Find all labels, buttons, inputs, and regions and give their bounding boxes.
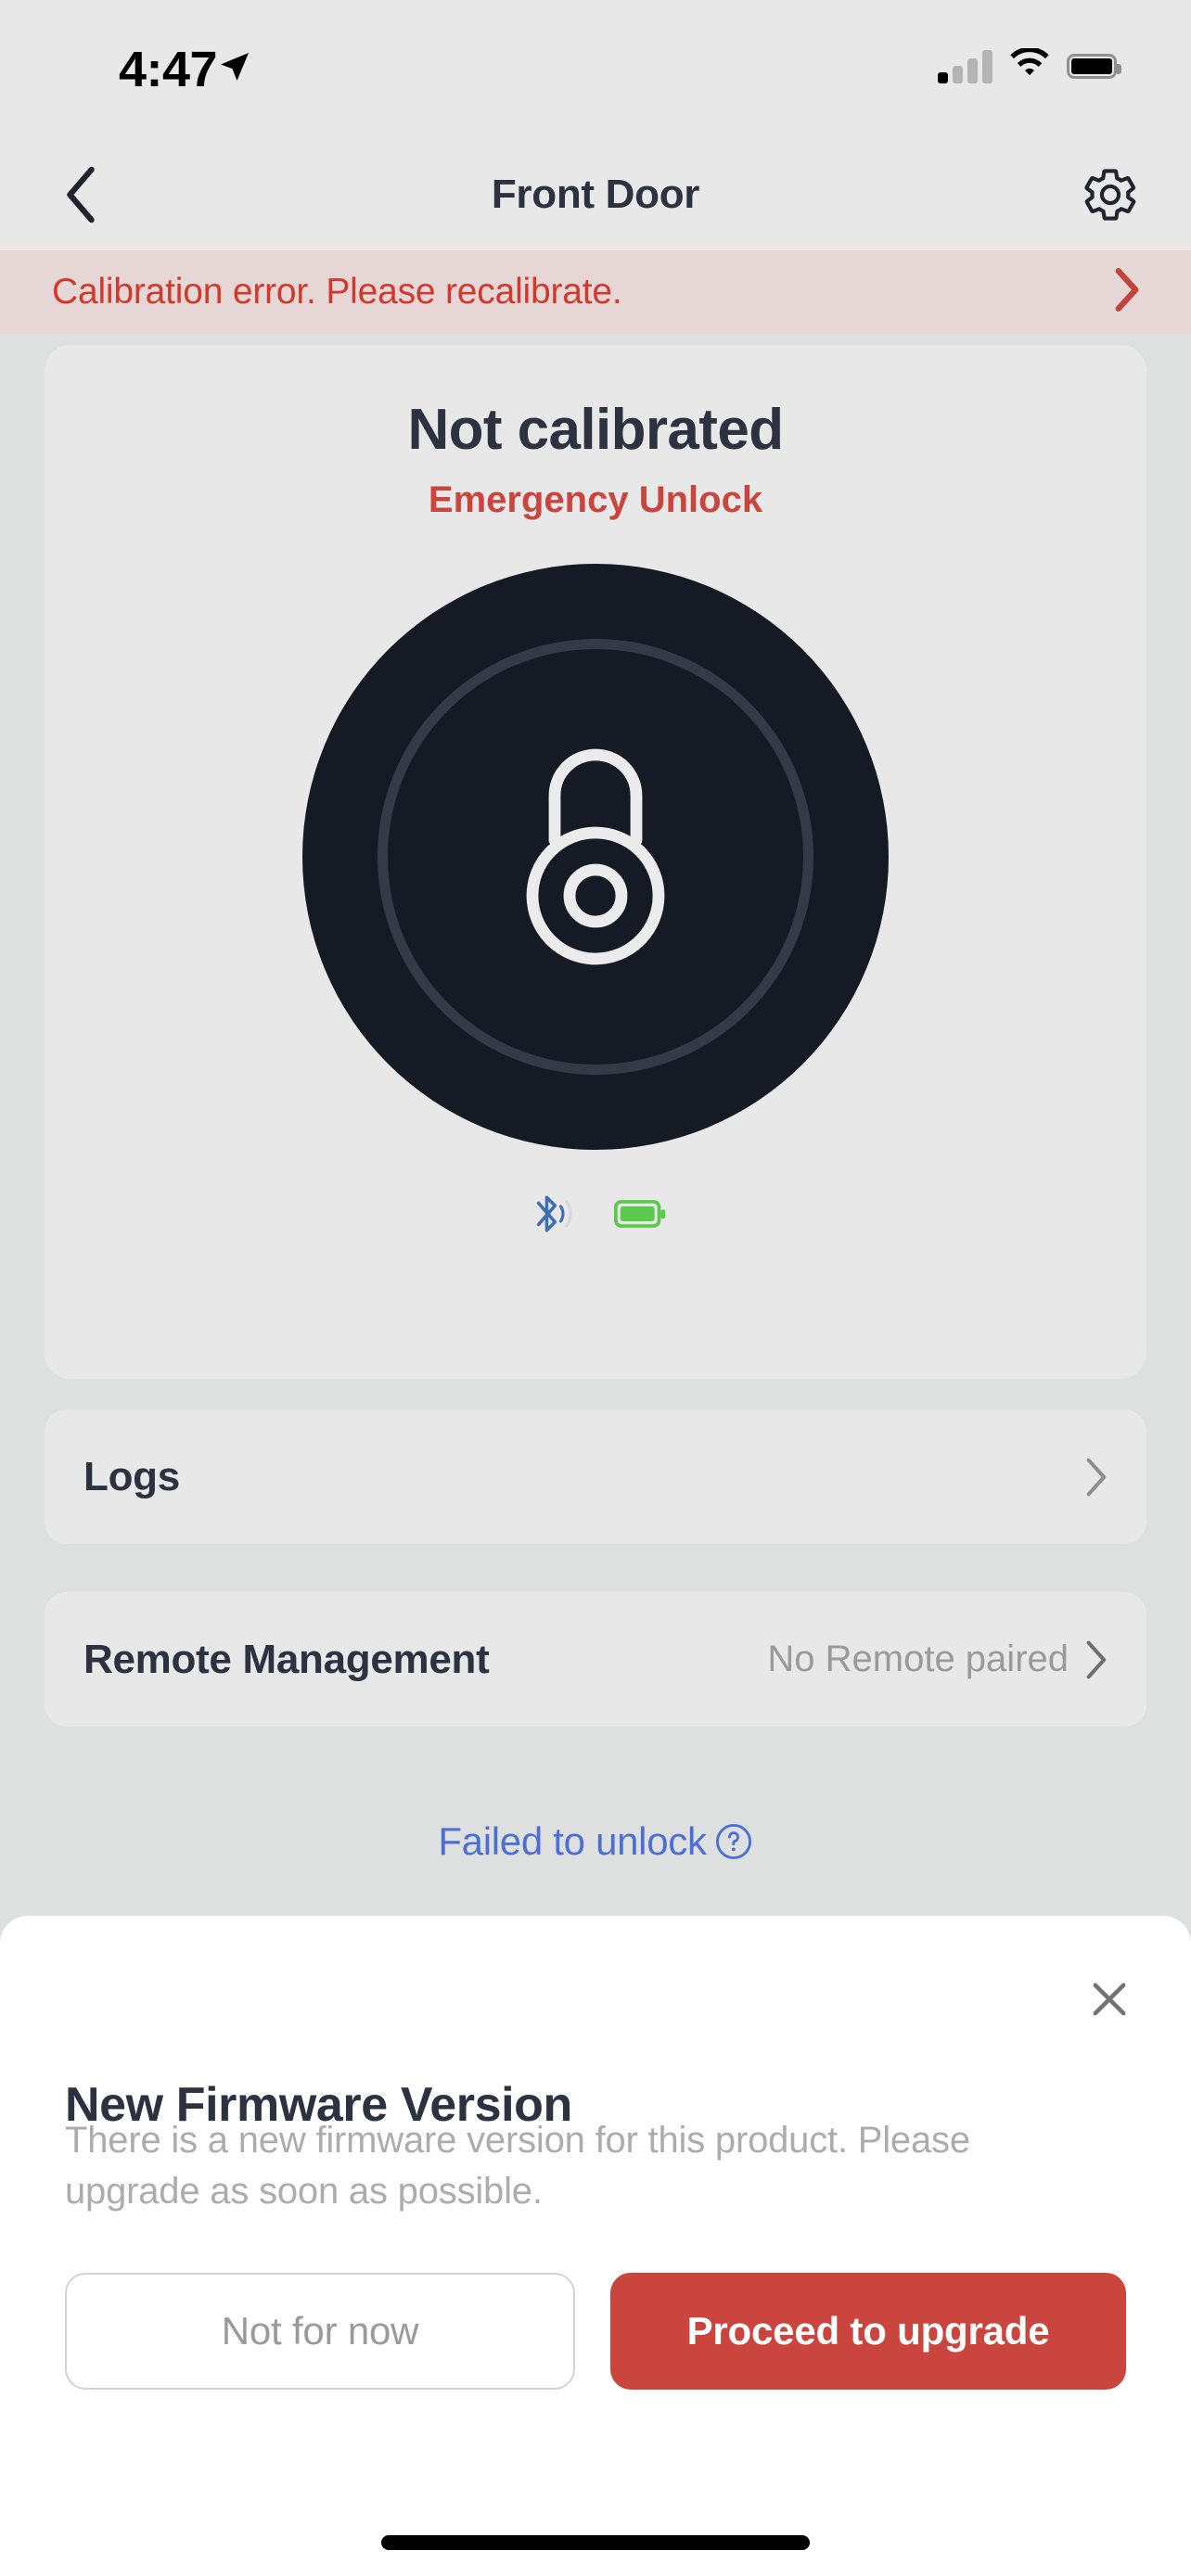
- padlock-icon: [526, 748, 665, 965]
- location-arrow-icon: [216, 48, 253, 90]
- close-button[interactable]: [1082, 1971, 1137, 2027]
- not-for-now-button[interactable]: Not for now: [65, 2273, 575, 2390]
- list-item-remote-management[interactable]: Remote Management No Remote paired: [45, 1592, 1146, 1727]
- list-item-value: No Remote paired: [767, 1639, 1069, 1679]
- sheet-body-text: There is a new firmware version for this…: [65, 2120, 970, 2213]
- chevron-left-icon: [67, 166, 95, 223]
- settings-button[interactable]: [1078, 162, 1143, 227]
- status-bar-indicators: [938, 46, 1121, 84]
- gear-icon: [1084, 169, 1136, 221]
- proceed-to-upgrade-button[interactable]: Proceed to upgrade: [610, 2273, 1126, 2390]
- list-item-label: Logs: [83, 1453, 180, 1499]
- close-icon: [1093, 1983, 1126, 2016]
- chevron-right-icon: [1086, 1640, 1107, 1678]
- lock-status-text: Not calibrated: [407, 398, 784, 462]
- wifi-icon: [1008, 46, 1051, 84]
- status-bar-time: 4:47: [119, 42, 218, 97]
- failed-to-unlock-label: Failed to unlock: [438, 1819, 707, 1863]
- failed-to-unlock-link[interactable]: Failed to unlock: [0, 1819, 1191, 1864]
- calibration-error-banner[interactable]: Calibration error. Please recalibrate.: [0, 250, 1191, 334]
- list-item-label: Remote Management: [83, 1636, 490, 1682]
- chevron-right-icon[interactable]: [1113, 268, 1141, 317]
- nav-bar: Front Door: [0, 139, 1191, 250]
- question-circle-icon[interactable]: [714, 1822, 753, 1861]
- list-item-accessory: No Remote paired: [767, 1639, 1108, 1680]
- lock-connectivity-badges: [525, 1192, 666, 1240]
- chevron-right-icon: [1086, 1458, 1107, 1496]
- emergency-unlock-label[interactable]: Emergency Unlock: [429, 479, 762, 521]
- sheet-action-buttons: Not for now Proceed to upgrade: [65, 2273, 1126, 2390]
- back-button[interactable]: [48, 162, 113, 227]
- firmware-update-sheet: New Firmware Version There is a new firm…: [0, 1916, 1191, 2576]
- list-item-logs[interactable]: Logs: [45, 1409, 1146, 1544]
- lock-inner-ring: [378, 639, 813, 1075]
- page-title: Front Door: [491, 172, 700, 217]
- lock-toggle-button[interactable]: [302, 564, 889, 1150]
- phone-screen: 4:47 Front Door Calibration error. Pleas…: [0, 0, 1191, 2576]
- home-indicator: [381, 2535, 810, 2550]
- battery-icon: [1067, 54, 1121, 79]
- calibration-error-text: Calibration error. Please recalibrate.: [52, 272, 622, 312]
- status-bar: 4:47: [0, 0, 1191, 139]
- bluetooth-icon: [525, 1192, 575, 1240]
- cellular-signal-icon: [938, 49, 992, 83]
- battery-full-icon: [614, 1199, 666, 1233]
- list-item-accessory: [1069, 1457, 1108, 1498]
- lock-status-card: Not calibrated Emergency Unlock: [45, 345, 1146, 1379]
